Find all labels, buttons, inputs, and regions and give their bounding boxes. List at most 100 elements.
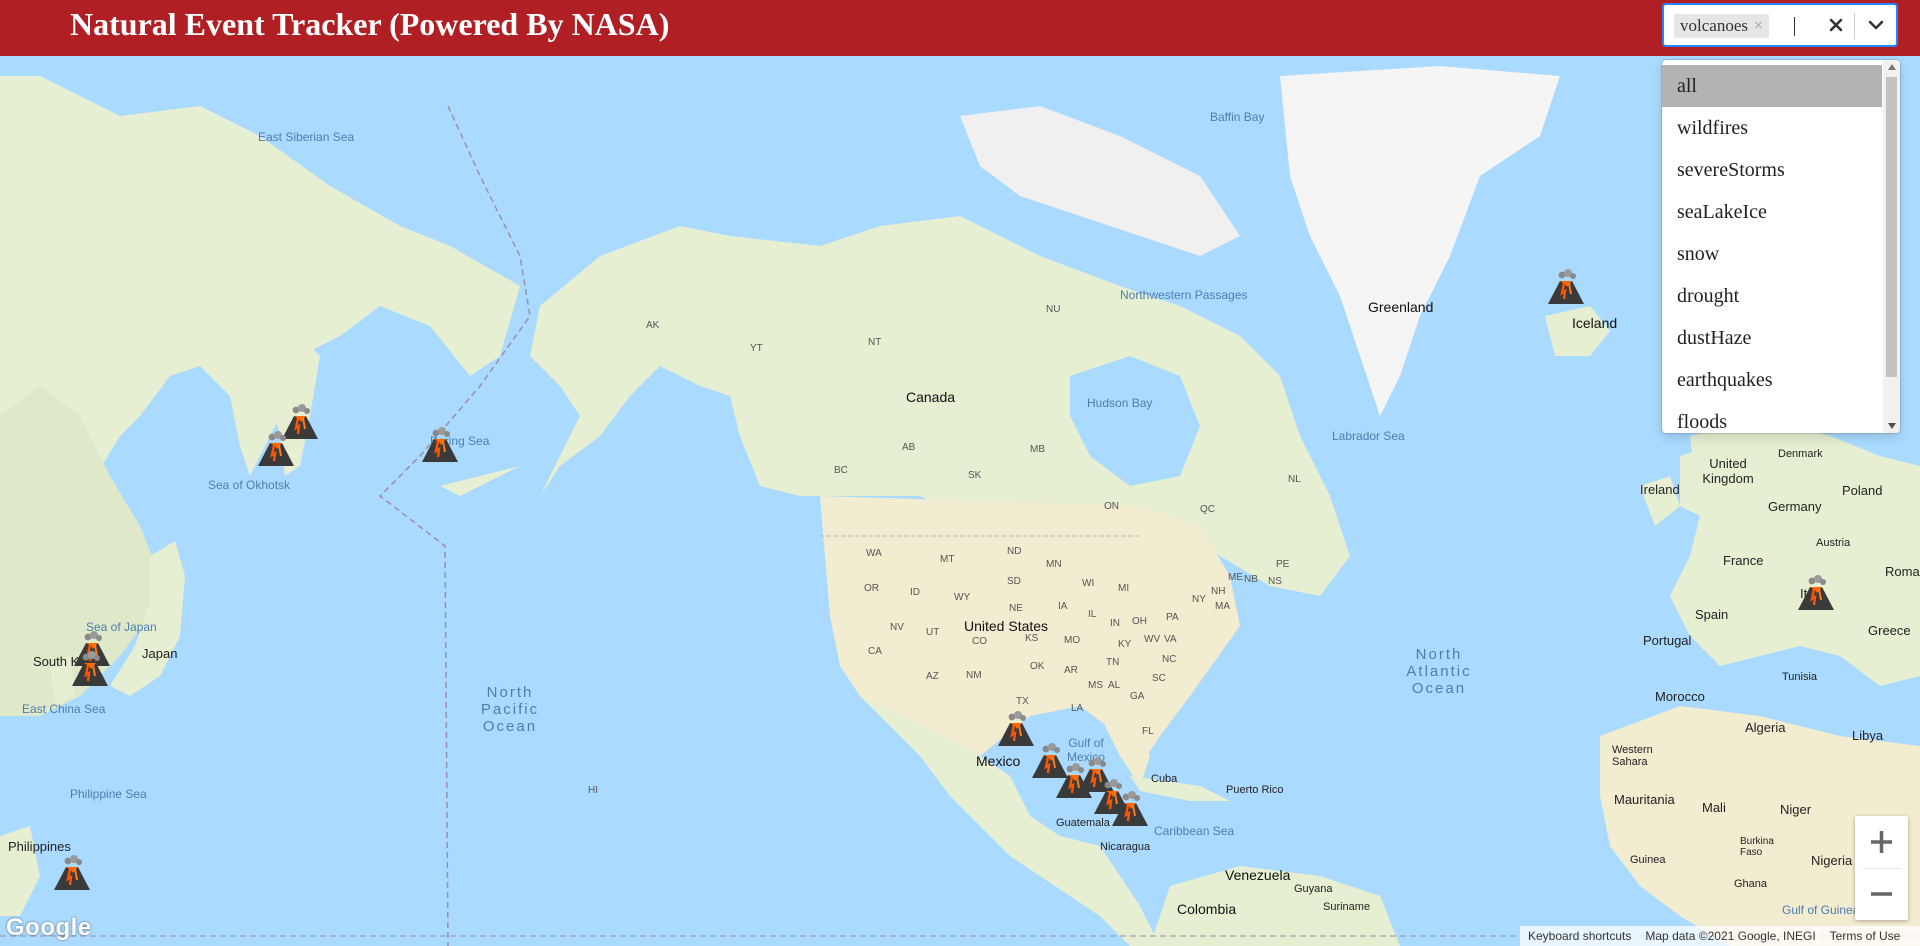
state-label-wa: WA bbox=[866, 548, 882, 559]
map-attribution-bar: Keyboard shortcuts Map data ©2021 Google… bbox=[1520, 926, 1920, 946]
map-label-portugal: Portugal bbox=[1643, 633, 1692, 648]
state-label-nc: NC bbox=[1162, 654, 1177, 665]
map-data-credit: Map data ©2021 Google, INEGI bbox=[1645, 929, 1816, 943]
menu-item-severe-storms[interactable]: severeStorms bbox=[1662, 149, 1882, 191]
state-label-co: CO bbox=[972, 636, 987, 647]
volcano-marker-icon[interactable] bbox=[1546, 267, 1586, 305]
map-label-iceland: Iceland bbox=[1572, 315, 1618, 331]
clear-selection-button[interactable] bbox=[1822, 11, 1850, 39]
state-label-sd: SD bbox=[1007, 576, 1021, 587]
state-label-la: LA bbox=[1071, 703, 1084, 714]
map-basemap bbox=[0, 56, 1920, 946]
map-label-austria: Austria bbox=[1816, 537, 1851, 549]
menu-item-earthquakes[interactable]: earthquakes bbox=[1662, 359, 1882, 401]
scrollbar-thumb[interactable] bbox=[1886, 77, 1897, 377]
volcano-marker-icon[interactable] bbox=[420, 425, 460, 463]
map-label-north-pacific-ocean: North Pacific Ocean bbox=[480, 684, 540, 735]
map-label-united-states: United States bbox=[964, 618, 1049, 634]
state-label-id: ID bbox=[910, 587, 920, 598]
state-label-ia: IA bbox=[1058, 601, 1068, 612]
state-label-yt: YT bbox=[750, 343, 763, 354]
state-label-ok: OK bbox=[1030, 661, 1045, 672]
state-label-nd: ND bbox=[1007, 546, 1022, 557]
map-label-libya: Libya bbox=[1852, 728, 1884, 743]
map-label-poland: Poland bbox=[1842, 483, 1883, 498]
minus-icon bbox=[1871, 892, 1892, 896]
map-label-gulf-of-guinea: Gulf of Guinea bbox=[1782, 903, 1860, 917]
volcano-marker-icon[interactable] bbox=[256, 429, 296, 467]
map-label-japan: Japan bbox=[142, 646, 178, 661]
state-label-sc: SC bbox=[1152, 673, 1166, 684]
volcano-marker-icon[interactable] bbox=[1030, 741, 1070, 779]
state-label-nv: NV bbox=[890, 622, 904, 633]
menu-item-all[interactable]: all bbox=[1662, 65, 1882, 107]
map-label-guatemala: Guatemala bbox=[1056, 817, 1110, 829]
state-label-fl: FL bbox=[1142, 726, 1154, 737]
menu-item-snow[interactable]: snow bbox=[1662, 233, 1882, 275]
state-label-ms: MS bbox=[1088, 680, 1103, 691]
state-label-mn: MN bbox=[1046, 559, 1062, 570]
map-label-burkina-faso: Burkina Faso bbox=[1740, 836, 1774, 858]
map-label-suriname: Suriname bbox=[1323, 901, 1371, 913]
menu-item-sea-lake-ice[interactable]: seaLakeIce bbox=[1662, 191, 1882, 233]
chip-label: volcanoes bbox=[1680, 16, 1748, 35]
map-label-romania: Romania bbox=[1885, 564, 1920, 579]
map-label-sea-of-okhotsk: Sea of Okhotsk bbox=[208, 478, 291, 492]
state-label-il: IL bbox=[1088, 609, 1097, 620]
state-label-qc: QC bbox=[1200, 504, 1215, 515]
state-label-ga: GA bbox=[1130, 691, 1145, 702]
dropdown-toggle-button[interactable] bbox=[1860, 11, 1892, 39]
menu-scrollbar[interactable] bbox=[1883, 60, 1900, 433]
event-category-select[interactable]: volcanoes × bbox=[1662, 3, 1898, 47]
volcano-marker-icon[interactable] bbox=[52, 853, 92, 891]
map-label-mauritania: Mauritania bbox=[1614, 792, 1675, 807]
scroll-up-arrow-icon[interactable] bbox=[1888, 64, 1896, 70]
state-label-me: ME bbox=[1228, 572, 1243, 583]
menu-item-drought[interactable]: drought bbox=[1662, 275, 1882, 317]
chip-remove-icon[interactable]: × bbox=[1752, 14, 1769, 38]
map-label-united-kingdom: United Kingdom bbox=[1702, 456, 1754, 486]
state-label-ks: KS bbox=[1025, 633, 1039, 644]
zoom-in-button[interactable] bbox=[1855, 816, 1908, 868]
map-label-france: France bbox=[1723, 553, 1764, 568]
state-label-wy: WY bbox=[954, 592, 971, 603]
state-label-or: OR bbox=[864, 583, 879, 594]
state-label-on: ON bbox=[1104, 501, 1119, 512]
map-label-caribbean-sea: Caribbean Sea bbox=[1154, 824, 1235, 838]
state-label-nu: NU bbox=[1046, 304, 1061, 315]
selected-category-chip: volcanoes × bbox=[1674, 14, 1769, 38]
volcano-marker-icon[interactable] bbox=[70, 649, 110, 687]
map-label-north-atlantic-ocean: North Atlantic Ocean bbox=[1406, 646, 1472, 697]
state-label-nm: NM bbox=[966, 670, 982, 681]
map-label-canada: Canada bbox=[906, 389, 956, 405]
map-label-philippines: Philippines bbox=[8, 839, 71, 854]
map-label-mexico: Mexico bbox=[976, 753, 1021, 769]
volcano-marker-icon[interactable] bbox=[1796, 573, 1836, 611]
menu-item-wildfires[interactable]: wildfires bbox=[1662, 107, 1882, 149]
state-label-ne: NE bbox=[1009, 603, 1023, 614]
zoom-out-button[interactable] bbox=[1855, 868, 1908, 920]
state-label-az: AZ bbox=[926, 671, 939, 682]
menu-list: all wildfires severeStorms seaLakeIce sn… bbox=[1662, 65, 1882, 433]
state-label-ak: AK bbox=[646, 320, 660, 331]
state-label-oh: OH bbox=[1132, 616, 1147, 627]
scroll-down-arrow-icon[interactable] bbox=[1888, 423, 1896, 429]
menu-item-floods[interactable]: floods bbox=[1662, 401, 1882, 433]
keyboard-shortcuts-link[interactable]: Keyboard shortcuts bbox=[1528, 929, 1631, 943]
state-label-ca: CA bbox=[868, 646, 882, 657]
map-label-northwestern-passages: Northwestern Passages bbox=[1120, 288, 1248, 302]
state-label-mo: MO bbox=[1064, 635, 1081, 646]
state-label-pa: PA bbox=[1166, 612, 1179, 623]
category-dropdown-menu: all wildfires severeStorms seaLakeIce sn… bbox=[1662, 60, 1900, 433]
world-map[interactable]: East Siberian Sea Baffin Bay Greenland I… bbox=[0, 56, 1920, 946]
state-label-sk: SK bbox=[968, 470, 982, 481]
state-label-mt: MT bbox=[940, 554, 955, 565]
map-label-spain: Spain bbox=[1695, 607, 1729, 622]
google-logo[interactable]: Google bbox=[6, 914, 92, 942]
volcano-marker-icon[interactable] bbox=[1110, 789, 1150, 827]
state-label-in: IN bbox=[1110, 618, 1120, 629]
state-label-nl: NL bbox=[1288, 474, 1301, 485]
menu-item-dust-haze[interactable]: dustHaze bbox=[1662, 317, 1882, 359]
terms-of-use-link[interactable]: Terms of Use bbox=[1830, 929, 1901, 943]
close-icon bbox=[1829, 18, 1843, 32]
